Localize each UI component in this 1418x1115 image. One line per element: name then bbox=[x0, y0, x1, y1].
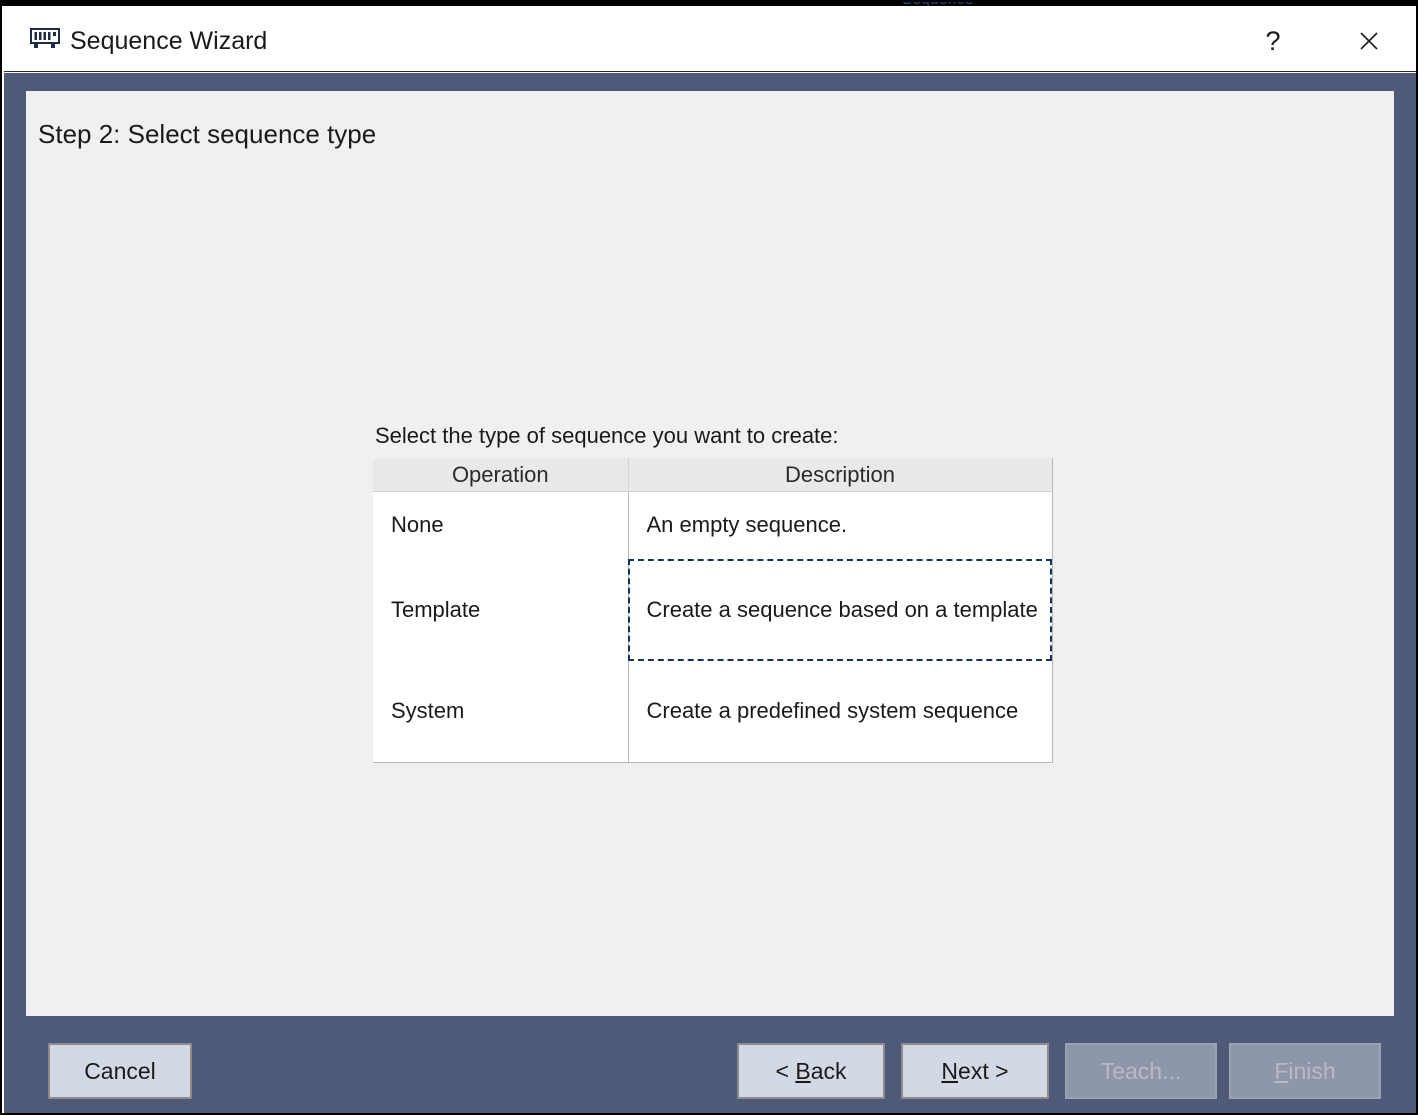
dialog-footer: Cancel < Back Next > Teach... Finish bbox=[4, 1034, 1416, 1113]
finish-button: Finish bbox=[1229, 1043, 1381, 1099]
close-icon bbox=[1358, 30, 1380, 52]
cell-operation[interactable]: None bbox=[373, 492, 628, 559]
cancel-button-label: Cancel bbox=[84, 1058, 156, 1085]
close-button[interactable] bbox=[1336, 12, 1402, 70]
content-panel: Step 2: Select sequence type Select the … bbox=[26, 91, 1394, 1016]
background-window-bleed: Sequence bbox=[2, 2, 1418, 6]
background-window-title: Sequence bbox=[902, 2, 974, 6]
cell-operation[interactable]: System bbox=[373, 661, 628, 763]
dialog-frame: Step 2: Select sequence type Select the … bbox=[4, 73, 1416, 1113]
title-bar: Sequence Wizard ? bbox=[4, 7, 1416, 72]
page-title: Step 2: Select sequence type bbox=[38, 119, 376, 150]
next-button-label: Next > bbox=[941, 1058, 1008, 1085]
cell-operation[interactable]: Template bbox=[373, 559, 628, 661]
teach-button-label: Teach... bbox=[1101, 1058, 1182, 1085]
memory-module-icon bbox=[30, 28, 60, 50]
cancel-button[interactable]: Cancel bbox=[48, 1043, 192, 1099]
sequence-wizard-window: Sequence Sequence Wizard ? bbox=[0, 0, 1418, 1115]
column-header-operation[interactable]: Operation bbox=[373, 458, 628, 492]
prompt-label: Select the type of sequence you want to … bbox=[375, 423, 1053, 449]
cell-description[interactable]: Create a sequence based on a template bbox=[628, 559, 1052, 661]
back-button-label: < Back bbox=[776, 1058, 847, 1085]
sequence-type-grid[interactable]: Operation Description None An empty sequ… bbox=[373, 458, 1053, 763]
cell-description[interactable]: Create a predefined system sequence bbox=[628, 661, 1052, 763]
column-header-description[interactable]: Description bbox=[628, 458, 1052, 492]
table-row[interactable]: System Create a predefined system sequen… bbox=[373, 661, 1052, 763]
sequence-type-selector: Select the type of sequence you want to … bbox=[373, 423, 1053, 763]
next-button[interactable]: Next > bbox=[901, 1043, 1049, 1099]
table-row[interactable]: None An empty sequence. bbox=[373, 492, 1052, 559]
table-row-selected[interactable]: Template Create a sequence based on a te… bbox=[373, 559, 1052, 661]
grid-header-row: Operation Description bbox=[373, 458, 1052, 492]
finish-button-label: Finish bbox=[1274, 1058, 1335, 1085]
back-button[interactable]: < Back bbox=[737, 1043, 885, 1099]
teach-button: Teach... bbox=[1065, 1043, 1217, 1099]
cell-description[interactable]: An empty sequence. bbox=[628, 492, 1052, 559]
window-title: Sequence Wizard bbox=[70, 27, 267, 55]
help-button[interactable]: ? bbox=[1240, 12, 1306, 70]
